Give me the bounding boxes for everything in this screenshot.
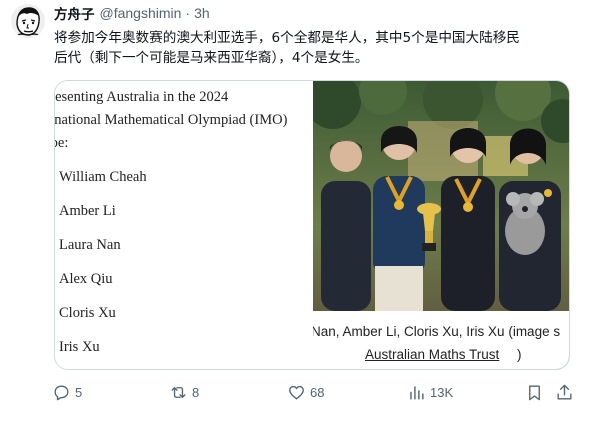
tweet-timestamp[interactable]: 3h (194, 5, 210, 21)
repost-button[interactable]: 8 (169, 380, 199, 404)
views-button[interactable]: 13K (407, 380, 453, 404)
doc-line: l be: (55, 135, 69, 151)
like-button[interactable]: 68 (287, 380, 324, 404)
repost-count: 8 (192, 384, 200, 400)
heart-icon (289, 385, 304, 400)
reply-button[interactable]: 5 (52, 380, 82, 404)
bookmark-icon (529, 384, 540, 400)
avatar-portrait-icon (11, 4, 45, 38)
doc-team-member: Laura Nan (59, 237, 121, 253)
caption-line-end: ) (517, 347, 522, 362)
tweet-text-line: 将参加今年奥数赛的澳大利亚选手，6个全都是华人，其中5个是中国大陆移民 (54, 30, 520, 46)
doc-team-member: William Cheah (59, 169, 147, 185)
tweet-actions: 5 8 68 13K (48, 380, 578, 404)
tweet-text-line: 后代（剩下一个可能是马来西亚华裔），4个是女生。 (54, 50, 369, 66)
photo-caption: Nan, Amber Li, Cloris Xu, Iris Xu (image… (313, 311, 569, 369)
doc-team-member: Iris Xu (59, 339, 100, 355)
tweet-header: 方舟子 @fangshimin · 3h (54, 3, 584, 23)
doc-team-member: Cloris Xu (59, 305, 116, 321)
views-count: 13K (430, 384, 454, 400)
avatar[interactable] (11, 4, 45, 38)
team-announcement-image[interactable]: presenting Australia in the 2024 ernatio… (55, 81, 313, 369)
share-icon (557, 384, 572, 400)
caption-line: Nan, Amber Li, Cloris Xu, Iris Xu (image… (313, 324, 561, 339)
tweet-media[interactable]: presenting Australia in the 2024 ernatio… (54, 80, 570, 370)
author-handle[interactable]: @fangshimin (100, 5, 182, 21)
views-icon (410, 385, 424, 400)
header-separator: · (185, 5, 191, 21)
share-button[interactable] (555, 380, 574, 404)
author-name[interactable]: 方舟子 (54, 3, 95, 23)
doc-line: presenting Australia in the 2024 (55, 89, 229, 105)
doc-line: ernational Mathematical Olympiad (IMO) (55, 112, 288, 128)
reply-count: 5 (75, 384, 83, 400)
bookmark-button[interactable] (525, 380, 544, 404)
tweet-body: 方舟子 @fangshimin · 3h 将参加今年奥数赛的澳大利亚选手，6个全… (54, 4, 584, 68)
repost-icon (171, 386, 186, 398)
caption-source-link[interactable]: Australian Maths Trust (365, 344, 499, 365)
reply-icon (54, 384, 69, 400)
doc-team-member: Amber Li (59, 203, 116, 219)
tweet-text: 将参加今年奥数赛的澳大利亚选手，6个全都是华人，其中5个是中国大陆移民 后代（剩… (54, 28, 584, 68)
doc-team-member: Alex Qiu (59, 271, 113, 287)
like-count: 68 (310, 384, 325, 400)
